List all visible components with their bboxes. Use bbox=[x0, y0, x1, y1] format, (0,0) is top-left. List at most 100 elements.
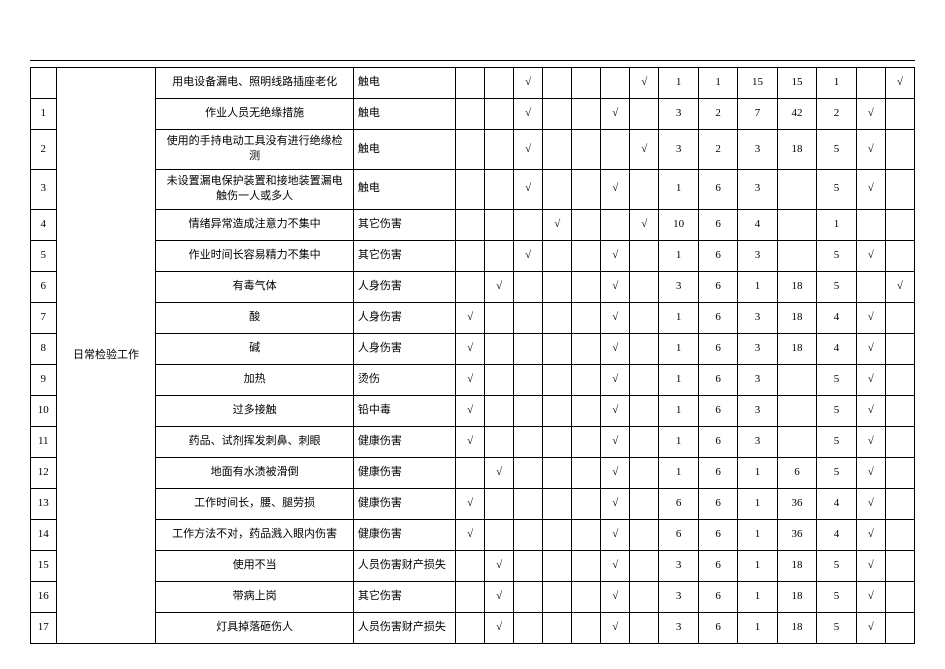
cell-chk3 bbox=[514, 426, 543, 457]
cell-idx: 11 bbox=[31, 426, 57, 457]
cell-n3: 1 bbox=[738, 581, 777, 612]
cell-n4 bbox=[777, 209, 816, 240]
cell-n2: 6 bbox=[698, 364, 737, 395]
cell-chk5 bbox=[572, 333, 601, 364]
cell-chk8: √ bbox=[856, 457, 885, 488]
cell-n3: 3 bbox=[738, 302, 777, 333]
cell-chk8: √ bbox=[856, 302, 885, 333]
cell-desc: 碱 bbox=[156, 333, 353, 364]
cell-chk1: √ bbox=[456, 519, 485, 550]
cell-desc: 药品、试剂挥发刺鼻、刺眼 bbox=[156, 426, 353, 457]
cell-chk2 bbox=[485, 519, 514, 550]
cell-n2: 6 bbox=[698, 302, 737, 333]
table-row: 14工作方法不对，药品溅入眼内伤害健康伤害√√661364√ bbox=[31, 519, 915, 550]
cell-type: 人员伤害财产损失 bbox=[353, 612, 455, 643]
cell-n5: 4 bbox=[817, 488, 856, 519]
cell-n3: 1 bbox=[738, 457, 777, 488]
cell-chk4 bbox=[543, 364, 572, 395]
cell-chk2: √ bbox=[485, 612, 514, 643]
cell-n2: 6 bbox=[698, 612, 737, 643]
cell-n4: 6 bbox=[777, 457, 816, 488]
cell-chk9 bbox=[885, 519, 914, 550]
cell-n5: 5 bbox=[817, 271, 856, 302]
cell-chk2 bbox=[485, 240, 514, 271]
cell-n3: 3 bbox=[738, 364, 777, 395]
cell-idx: 2 bbox=[31, 130, 57, 170]
cell-idx bbox=[31, 68, 57, 99]
cell-chk8 bbox=[856, 271, 885, 302]
cell-chk4 bbox=[543, 519, 572, 550]
cell-n5: 5 bbox=[817, 364, 856, 395]
cell-chk8: √ bbox=[856, 99, 885, 130]
cell-desc: 带病上岗 bbox=[156, 581, 353, 612]
cell-chk7 bbox=[630, 550, 659, 581]
cell-n1: 1 bbox=[659, 169, 698, 209]
cell-chk4 bbox=[543, 99, 572, 130]
cell-chk8: √ bbox=[856, 364, 885, 395]
cell-type: 健康伤害 bbox=[353, 426, 455, 457]
cell-n5: 4 bbox=[817, 333, 856, 364]
table-row: 16带病上岗其它伤害√√361185√ bbox=[31, 581, 915, 612]
cell-chk2 bbox=[485, 333, 514, 364]
cell-chk7 bbox=[630, 240, 659, 271]
cell-idx: 7 bbox=[31, 302, 57, 333]
cell-chk2 bbox=[485, 395, 514, 426]
cell-chk9 bbox=[885, 550, 914, 581]
table-row: 日常检验工作用电设备漏电、照明线路插座老化触电√√1115151√ bbox=[31, 68, 915, 99]
cell-n2: 6 bbox=[698, 426, 737, 457]
cell-n1: 3 bbox=[659, 612, 698, 643]
cell-chk5 bbox=[572, 271, 601, 302]
page: 日常检验工作用电设备漏电、照明线路插座老化触电√√1115151√1作业人员无绝… bbox=[0, 0, 945, 664]
cell-n5: 5 bbox=[817, 130, 856, 170]
cell-chk3 bbox=[514, 271, 543, 302]
cell-chk4 bbox=[543, 302, 572, 333]
cell-chk8: √ bbox=[856, 581, 885, 612]
cell-n1: 1 bbox=[659, 68, 698, 99]
cell-n4: 18 bbox=[777, 581, 816, 612]
cell-chk4 bbox=[543, 395, 572, 426]
cell-chk5 bbox=[572, 209, 601, 240]
cell-idx: 1 bbox=[31, 99, 57, 130]
cell-chk6 bbox=[601, 130, 630, 170]
cell-n3: 3 bbox=[738, 240, 777, 271]
cell-chk6: √ bbox=[601, 302, 630, 333]
cell-chk7: √ bbox=[630, 130, 659, 170]
cell-n1: 1 bbox=[659, 395, 698, 426]
cell-type: 其它伤害 bbox=[353, 581, 455, 612]
cell-idx: 4 bbox=[31, 209, 57, 240]
cell-chk3: √ bbox=[514, 99, 543, 130]
cell-chk8: √ bbox=[856, 550, 885, 581]
cell-idx: 5 bbox=[31, 240, 57, 271]
cell-chk8: √ bbox=[856, 488, 885, 519]
cell-chk9: √ bbox=[885, 271, 914, 302]
cell-desc: 有毒气体 bbox=[156, 271, 353, 302]
cell-chk5 bbox=[572, 364, 601, 395]
cell-n3: 1 bbox=[738, 271, 777, 302]
cell-n4 bbox=[777, 426, 816, 457]
cell-chk9 bbox=[885, 333, 914, 364]
cell-n3: 3 bbox=[738, 169, 777, 209]
cell-chk2: √ bbox=[485, 550, 514, 581]
cell-n4: 36 bbox=[777, 519, 816, 550]
cell-n1: 1 bbox=[659, 457, 698, 488]
cell-n2: 6 bbox=[698, 395, 737, 426]
table-row: 4情绪异常造成注意力不集中其它伤害√√10641 bbox=[31, 209, 915, 240]
cell-chk4 bbox=[543, 457, 572, 488]
cell-chk6: √ bbox=[601, 364, 630, 395]
cell-idx: 12 bbox=[31, 457, 57, 488]
cell-chk3 bbox=[514, 302, 543, 333]
cell-chk1 bbox=[456, 169, 485, 209]
cell-type: 触电 bbox=[353, 68, 455, 99]
cell-type: 人身伤害 bbox=[353, 333, 455, 364]
cell-chk6: √ bbox=[601, 612, 630, 643]
cell-n3: 1 bbox=[738, 519, 777, 550]
cell-n2: 6 bbox=[698, 457, 737, 488]
cell-chk2: √ bbox=[485, 271, 514, 302]
risk-table: 日常检验工作用电设备漏电、照明线路插座老化触电√√1115151√1作业人员无绝… bbox=[30, 67, 915, 644]
cell-chk5 bbox=[572, 457, 601, 488]
cell-chk3 bbox=[514, 519, 543, 550]
cell-n2: 6 bbox=[698, 488, 737, 519]
cell-desc: 用电设备漏电、照明线路插座老化 bbox=[156, 68, 353, 99]
cell-chk2 bbox=[485, 68, 514, 99]
cell-chk8: √ bbox=[856, 519, 885, 550]
